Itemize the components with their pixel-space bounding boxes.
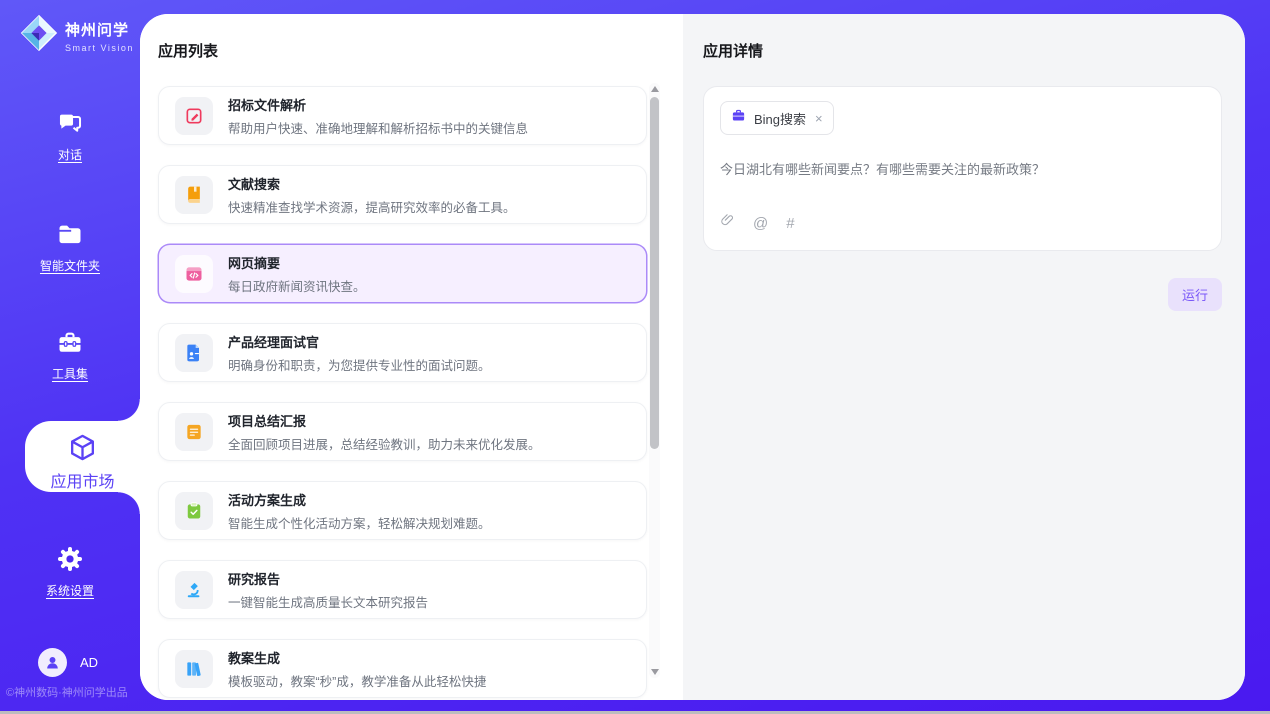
toolbox-icon [0, 329, 140, 357]
books-icon [175, 650, 213, 688]
app-detail-pane: 应用详情 Bing搜索 × 今日湖北有哪些新闻要点？有哪些需要关注的最新政策？ [683, 14, 1245, 700]
microscope-icon [175, 571, 213, 609]
app-card-pm-interviewer[interactable]: 产品经理面试官 明确身份和职责，为您提供专业性的面试问题。 [158, 323, 647, 382]
prompt-card: Bing搜索 × 今日湖北有哪些新闻要点？有哪些需要关注的最新政策？ @ # [703, 86, 1222, 251]
sidebar-item-settings[interactable]: 系统设置 [0, 544, 140, 600]
main-panel: 应用列表 招标文件解析 帮助用户快速、准确地理解和解析招标书中的关键信息 [140, 14, 1245, 700]
interview-doc-icon [175, 334, 213, 372]
sidebar-item-label: 工具集 [52, 367, 88, 381]
sidebar-item-label: 智能文件夹 [40, 259, 100, 273]
briefcase-icon [731, 108, 746, 128]
webpage-code-icon [175, 255, 213, 293]
app-desc: 全面回顾项目进展，总结经验教训，助力未来优化发展。 [228, 434, 541, 453]
app-list: 招标文件解析 帮助用户快速、准确地理解和解析招标书中的关键信息 文献搜索 快速精… [158, 86, 647, 698]
document-edit-icon [175, 97, 213, 135]
sidebar-item-label: 应用市场 [25, 468, 140, 492]
app-desc: 快速精准查找学术资源，提高研究效率的必备工具。 [228, 197, 516, 216]
mention-icon[interactable]: @ [753, 215, 768, 232]
app-name: 活动方案生成 [228, 490, 491, 509]
app-desc: 模板驱动，教案“秒”成，教学准备从此轻松快捷 [228, 671, 486, 690]
cube-icon [67, 450, 98, 467]
app-card-research-report[interactable]: 研究报告 一键智能生成高质量长文本研究报告 [158, 560, 647, 619]
user-initials: AD [80, 655, 98, 670]
app-card-lesson-plan[interactable]: 教案生成 模板驱动，教案“秒”成，教学准备从此轻松快捷 [158, 639, 647, 698]
memo-icon [175, 413, 213, 451]
user-account[interactable]: AD [38, 648, 98, 677]
tool-chip-label: Bing搜索 [754, 109, 806, 128]
app-desc: 明确身份和职责，为您提供专业性的面试问题。 [228, 355, 491, 374]
app-card-bid-analysis[interactable]: 招标文件解析 帮助用户快速、准确地理解和解析招标书中的关键信息 [158, 86, 647, 145]
sidebar-item-app-market[interactable]: 应用市场 [25, 421, 140, 492]
gear-icon [0, 544, 140, 574]
chat-icon [0, 110, 140, 138]
app-name: 教案生成 [228, 648, 486, 667]
folder-icon [0, 221, 140, 249]
close-icon[interactable]: × [815, 111, 823, 126]
sidebar-item-toolset[interactable]: 工具集 [0, 329, 140, 383]
query-text[interactable]: 今日湖北有哪些新闻要点？有哪些需要关注的最新政策？ [720, 159, 1205, 178]
app-desc: 每日政府新闻资讯快查。 [228, 276, 366, 295]
app-card-project-summary[interactable]: 项目总结汇报 全面回顾项目进展，总结经验教训，助力未来优化发展。 [158, 402, 647, 461]
sidebar-item-label: 对话 [58, 148, 82, 162]
brand-tagline: Smart Vision [65, 43, 134, 53]
app-list-pane: 应用列表 招标文件解析 帮助用户快速、准确地理解和解析招标书中的关键信息 [140, 14, 683, 700]
diamond-logo-icon [20, 14, 58, 57]
sidebar: 神州问学 Smart Vision 对话 智能文件夹 [0, 0, 140, 714]
sidebar-item-label: 系统设置 [46, 584, 94, 598]
app-desc: 智能生成个性化活动方案，轻松解决规划难题。 [228, 513, 491, 532]
app-name: 产品经理面试官 [228, 332, 491, 351]
app-name: 招标文件解析 [228, 95, 528, 114]
scrollbar-thumb[interactable] [650, 97, 659, 449]
app-detail-title: 应用详情 [703, 40, 1222, 61]
avatar [38, 648, 67, 677]
sidebar-item-smart-folder[interactable]: 智能文件夹 [0, 221, 140, 275]
sidebar-item-chat[interactable]: 对话 [0, 110, 140, 164]
app-name: 网页摘要 [228, 253, 366, 272]
app-name: 项目总结汇报 [228, 411, 541, 430]
brand-logo: 神州问学 Smart Vision [20, 14, 134, 57]
app-desc: 一键智能生成高质量长文本研究报告 [228, 592, 428, 611]
app-name: 研究报告 [228, 569, 428, 588]
app-card-event-plan[interactable]: 活动方案生成 智能生成个性化活动方案，轻松解决规划难题。 [158, 481, 647, 540]
paperclip-icon[interactable] [720, 212, 735, 234]
copyright-text: ©神州数码·神州问学出品 [6, 684, 128, 700]
app-list-title: 应用列表 [158, 40, 683, 61]
scrollbar[interactable] [649, 83, 660, 678]
tool-chip-bing-search[interactable]: Bing搜索 × [720, 101, 834, 135]
clipboard-check-icon [175, 492, 213, 530]
app-desc: 帮助用户快速、准确地理解和解析招标书中的关键信息 [228, 118, 528, 137]
app-name: 文献搜索 [228, 174, 516, 193]
attachment-toolbar: @ # [720, 212, 1205, 238]
scroll-down-icon[interactable] [649, 666, 660, 678]
app-card-literature-search[interactable]: 文献搜索 快速精准查找学术资源，提高研究效率的必备工具。 [158, 165, 647, 224]
run-button[interactable]: 运行 [1168, 278, 1222, 311]
app-card-webpage-summary[interactable]: 网页摘要 每日政府新闻资讯快查。 [158, 244, 647, 303]
book-icon [175, 176, 213, 214]
hash-icon[interactable]: # [786, 215, 794, 232]
brand-name: 神州问学 [65, 19, 134, 40]
scroll-up-icon[interactable] [649, 83, 660, 95]
